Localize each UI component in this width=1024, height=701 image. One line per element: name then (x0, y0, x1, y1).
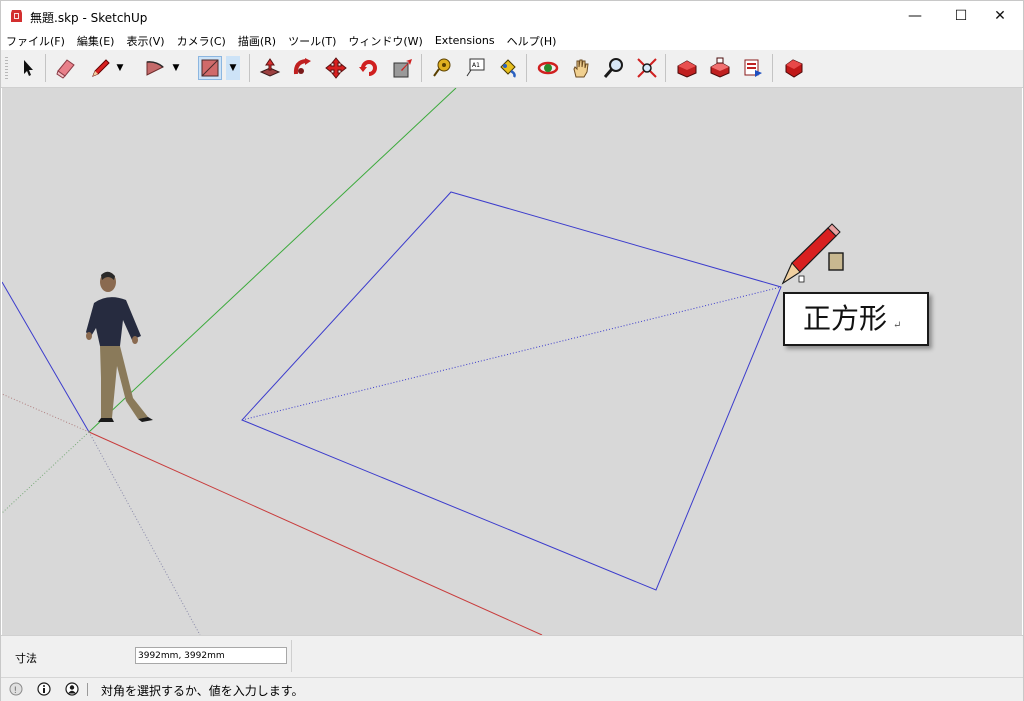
measurements-input[interactable]: 3992mm, 3992mm (135, 647, 287, 664)
menu-draw[interactable]: 描画(R) (238, 33, 276, 49)
blue-axis-guide (2, 281, 90, 433)
toolbar-divider (665, 54, 666, 82)
line-dropdown[interactable]: ▼ (113, 56, 127, 80)
tooltip-text: 正方形 (803, 302, 888, 335)
rotate-tool-button[interactable] (357, 56, 381, 80)
line-tool-button[interactable] (89, 56, 113, 80)
move-tool-button[interactable] (324, 56, 348, 80)
toolbar-grip[interactable] (5, 57, 8, 81)
paint-bucket-tool-button[interactable] (496, 56, 520, 80)
pencil-cursor-icon (781, 223, 844, 285)
zoom-extents-tool-button[interactable] (635, 56, 659, 80)
return-icon: ↵ (893, 320, 902, 331)
select-arrow-icon (24, 60, 33, 76)
extension-warehouse-icon (785, 59, 803, 78)
square-inference-tooltip: 正方形 ↵ (783, 292, 929, 346)
menu-bar: ファイル(F) 編集(E) 表示(V) カメラ(C) 描画(R) ツール(T) … (1, 31, 1023, 50)
arc-tool-button[interactable] (143, 56, 167, 80)
3d-warehouse-button[interactable] (675, 56, 699, 80)
menu-tools[interactable]: ツール(T) (288, 33, 336, 49)
extension-warehouse-button[interactable] (782, 56, 806, 80)
toolbar-divider (249, 54, 250, 82)
menu-camera[interactable]: カメラ(C) (177, 33, 226, 49)
red-axis (88, 431, 543, 635)
scale-figure[interactable] (86, 271, 153, 422)
measurements-bar: 寸法 3992mm, 3992mm (1, 635, 1023, 678)
toolbar-divider (772, 54, 773, 82)
measurements-label: 寸法 (15, 652, 37, 665)
rectangle-tool-button[interactable] (198, 56, 222, 80)
window-title: 無題.skp - SketchUp (30, 11, 148, 25)
square-preview (241, 191, 782, 591)
rectangle-icon (201, 59, 219, 77)
main-toolbar: ▼ ▼ ▼ A1 (1, 50, 1023, 88)
orbit-tool-button[interactable] (536, 56, 560, 80)
menu-extensions[interactable]: Extensions (435, 34, 495, 47)
zoom-icon (603, 58, 623, 78)
upload-icon (744, 59, 762, 77)
menu-file[interactable]: ファイル(F) (6, 33, 65, 49)
follow-me-tool-button[interactable] (291, 56, 315, 80)
share-model-icon (710, 57, 730, 78)
user-icon[interactable] (65, 682, 79, 696)
push-pull-icon (259, 58, 281, 77)
menu-window[interactable]: ウィンドウ(W) (348, 33, 422, 49)
zoom-tool-button[interactable] (602, 56, 626, 80)
tape-measure-tool-button[interactable] (430, 56, 454, 80)
svg-text:A1: A1 (472, 62, 480, 69)
text-tool-button[interactable]: A1 (463, 56, 487, 80)
status-bar: ! 対角を選択するか、値を入力します。 (1, 677, 1023, 701)
move-icon (325, 57, 347, 79)
maximize-icon: ☐ (954, 8, 968, 24)
eraser-icon (56, 59, 75, 79)
toolbar-divider (526, 54, 527, 82)
tape-measure-icon (433, 58, 451, 77)
menu-view[interactable]: 表示(V) (126, 33, 164, 49)
scale-icon (393, 59, 412, 78)
status-divider (87, 683, 88, 696)
share-model-button[interactable] (708, 56, 732, 80)
pencil-line-icon (92, 59, 110, 77)
title-bar: 無題.skp - SketchUp — ☐ ✕ (1, 1, 1023, 31)
orbit-icon (537, 61, 559, 75)
green-axis (88, 88, 457, 433)
text-icon: A1 (466, 58, 485, 77)
select-tool-button[interactable] (16, 56, 40, 80)
scene-canvas[interactable] (2, 88, 1022, 635)
rotate-icon (359, 60, 377, 76)
pan-hand-icon (573, 59, 589, 78)
menu-help[interactable]: ヘルプ(H) (507, 33, 557, 49)
minimize-button[interactable]: — (892, 1, 938, 31)
rectangle-dropdown[interactable]: ▼ (226, 56, 240, 80)
close-button[interactable]: ✕ (977, 1, 1023, 31)
arc-dropdown[interactable]: ▼ (169, 56, 183, 80)
green-axis-dotted (2, 431, 90, 514)
warehouse-icon (677, 60, 697, 78)
red-axis-dotted (2, 393, 90, 433)
pan-tool-button[interactable] (569, 56, 593, 80)
zoom-extents-icon (637, 58, 657, 78)
sketchup-window: 無題.skp - SketchUp — ☐ ✕ ファイル(F) 編集(E) 表示… (0, 0, 1024, 701)
blue-axis-dotted (88, 431, 201, 635)
menu-edit[interactable]: 編集(E) (77, 33, 115, 49)
push-pull-tool-button[interactable] (258, 56, 282, 80)
svg-text:!: ! (14, 686, 18, 696)
geo-location-icon[interactable]: ! (9, 682, 23, 696)
status-message: 対角を選択するか、値を入力します。 (101, 684, 304, 698)
follow-me-icon (293, 58, 311, 75)
modeling-viewport[interactable]: 正方形 ↵ (2, 88, 1022, 635)
minimize-icon: — (908, 8, 922, 24)
toolbar-divider (45, 54, 46, 82)
close-icon: ✕ (994, 8, 1006, 24)
scale-tool-button[interactable] (391, 56, 415, 80)
sketchup-logo-icon (11, 10, 22, 22)
eraser-tool-button[interactable] (54, 56, 78, 80)
arc-icon (146, 61, 164, 76)
toolbar-divider (421, 54, 422, 82)
upload-button[interactable] (741, 56, 765, 80)
diagonal-guide (241, 286, 782, 421)
paint-bucket-icon (500, 59, 516, 78)
info-icon[interactable] (37, 682, 51, 696)
